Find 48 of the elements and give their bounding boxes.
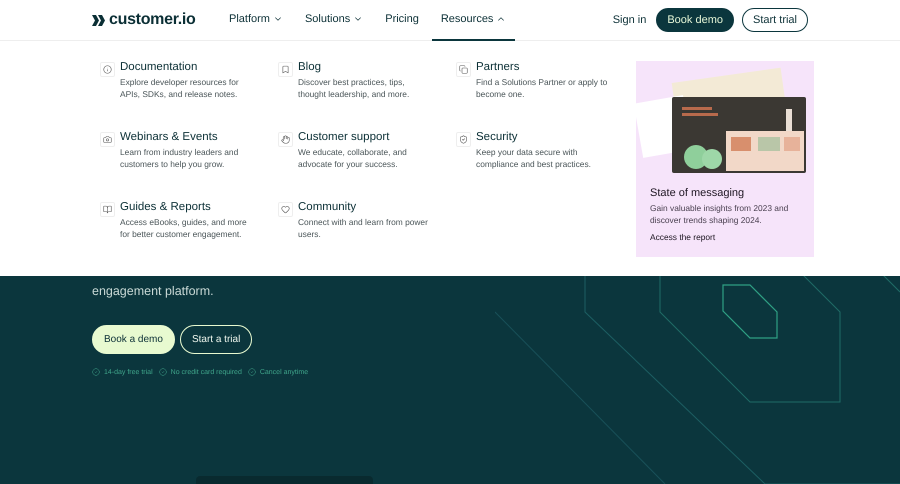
menu-item-description: We educate, collaborate, and advocate for your success. xyxy=(298,146,408,170)
menu-item[interactable]: Customer support We educate, collaborate, and advocate for your success. xyxy=(278,131,456,201)
menu-item-description: Explore developer resources for APIs, SDKs, and release notes. xyxy=(120,76,240,100)
menu-item[interactable]: Webinars & Events Learn from industry leaders and customers to help you grow. xyxy=(100,131,278,201)
menu-item-description: Discover best practices, tips, thought leadership, and more. xyxy=(298,76,410,100)
check-icon xyxy=(158,368,167,376)
book-a-demo-button[interactable]: Book a demo xyxy=(92,325,175,354)
menu-item[interactable]: Partners Find a Solutions Partner or apply to become one. xyxy=(456,61,626,131)
book-demo-button[interactable]: Book demo xyxy=(656,8,734,32)
book-icon xyxy=(100,202,115,217)
nav-tab[interactable]: Pricing xyxy=(376,0,428,40)
menu-item[interactable]: Blog Discover best practices, tips, thought leadership, and more. xyxy=(278,61,456,131)
menu-item-title: Documentation xyxy=(120,61,198,73)
check-icon xyxy=(92,368,100,376)
menu-item-description: Access eBooks, guides, and more for better customer engagement. xyxy=(120,216,248,240)
menu-item[interactable]: Guides & Reports Access eBooks, guides, and more for better customer engagement. xyxy=(100,201,278,271)
menu-item[interactable]: Community Connect with and learn from power users. xyxy=(278,201,456,271)
menu-item-title: Guides & Reports xyxy=(120,201,212,213)
shield-check-icon xyxy=(456,132,471,147)
menu-item-title: Security xyxy=(476,131,519,143)
menu-item-title: Customer support xyxy=(298,131,390,143)
bookmark-icon xyxy=(278,62,293,77)
menu-item-title: Partners xyxy=(476,61,520,73)
menu-item[interactable]: Documentation Explore developer resources for APIs, SDKs, and release notes. xyxy=(100,61,278,131)
nav-tab[interactable]: Solutions xyxy=(296,0,372,40)
feature-title: State of messaging xyxy=(650,187,746,199)
hand-icon xyxy=(278,132,293,147)
feature-description: Gain valuable insights from 2023 and discover trends shaping 2024. xyxy=(650,202,790,226)
menu-item-description: Connect with and learn from power users. xyxy=(298,216,429,240)
start-a-trial-button[interactable]: Start a trial xyxy=(180,325,252,354)
sign-in-link[interactable]: Sign in xyxy=(612,14,646,26)
nav-tab[interactable]: Platform xyxy=(220,0,292,40)
menu-item-title: Webinars & Events xyxy=(120,131,219,143)
check-icon xyxy=(248,368,256,376)
menu-item-description: Find a Solutions Partner or apply to become one. xyxy=(476,76,608,100)
menu-item-title: Community xyxy=(298,201,358,213)
logo-icon xyxy=(92,14,105,26)
menu-item-description: Keep your data secure with compliance and best practices. xyxy=(476,146,592,170)
menu-item-title: Blog xyxy=(298,61,322,73)
access-report-link[interactable]: Access the report xyxy=(650,232,800,242)
copy-icon xyxy=(456,62,471,77)
menu-item-description: Learn from industry leaders and customers to help you grow. xyxy=(120,146,240,170)
camera-icon xyxy=(100,132,115,147)
logo-text[interactable]: customer.io xyxy=(109,11,196,29)
hero-text: engagement platform. xyxy=(92,283,215,300)
start-trial-button[interactable]: Start trial xyxy=(742,8,808,32)
info-icon xyxy=(100,62,115,77)
menu-item[interactable]: Security Keep your data secure with compliance and best practices. xyxy=(456,131,626,201)
